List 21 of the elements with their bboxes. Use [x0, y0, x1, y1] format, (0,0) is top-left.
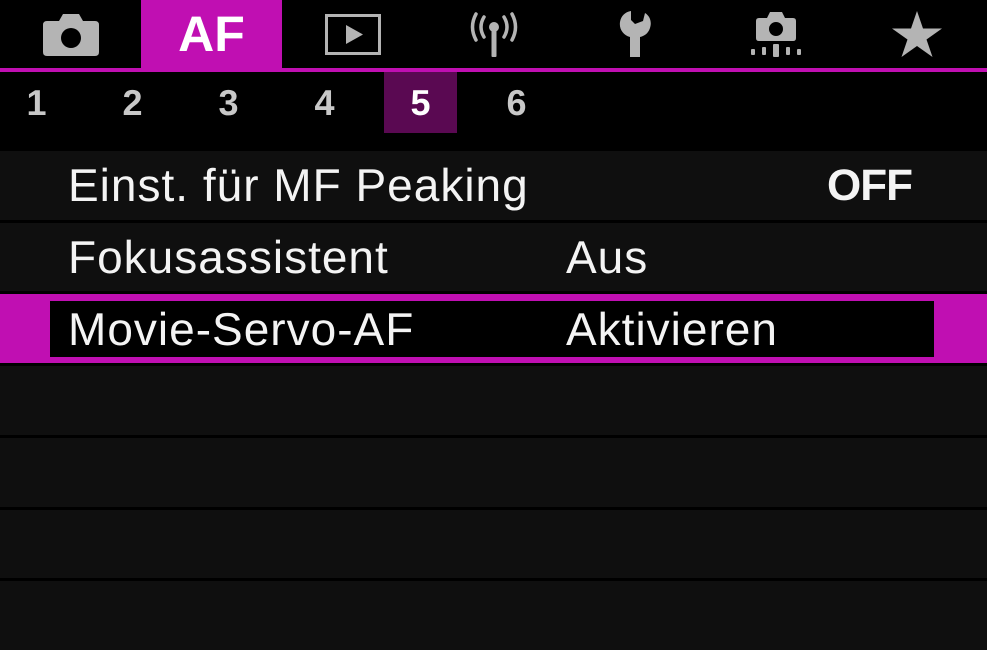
page-tab[interactable]: 5 — [384, 72, 457, 133]
camera-dots-icon — [750, 12, 802, 56]
camera-icon — [42, 12, 98, 56]
page-tab[interactable]: 4 — [288, 72, 361, 133]
menu-row[interactable]: Fokusassistent Aus — [0, 222, 987, 292]
page-tab[interactable]: 6 — [480, 72, 553, 133]
setting-value: Aus — [566, 231, 648, 284]
page-tab[interactable]: 2 — [96, 72, 169, 133]
setting-label: Movie-Servo-AF — [68, 302, 416, 356]
page-tab[interactable]: 1 — [0, 72, 73, 133]
setting-label: Fokusassistent — [68, 231, 390, 284]
star-icon — [892, 11, 942, 57]
menu-row[interactable]: Einst. für MF Peaking OFF — [0, 151, 987, 220]
antenna-icon — [470, 12, 518, 56]
setting-value: Aktivieren — [566, 302, 778, 356]
page-tab[interactable]: 3 — [192, 72, 265, 133]
play-icon — [324, 14, 380, 54]
setting-label: Einst. für MF Peaking — [68, 159, 530, 212]
menu-row[interactable]: Movie-Servo-AF Aktivieren — [0, 294, 987, 364]
setting-value: OFF — [827, 160, 912, 212]
menu-tab[interactable]: AF — [141, 0, 282, 68]
